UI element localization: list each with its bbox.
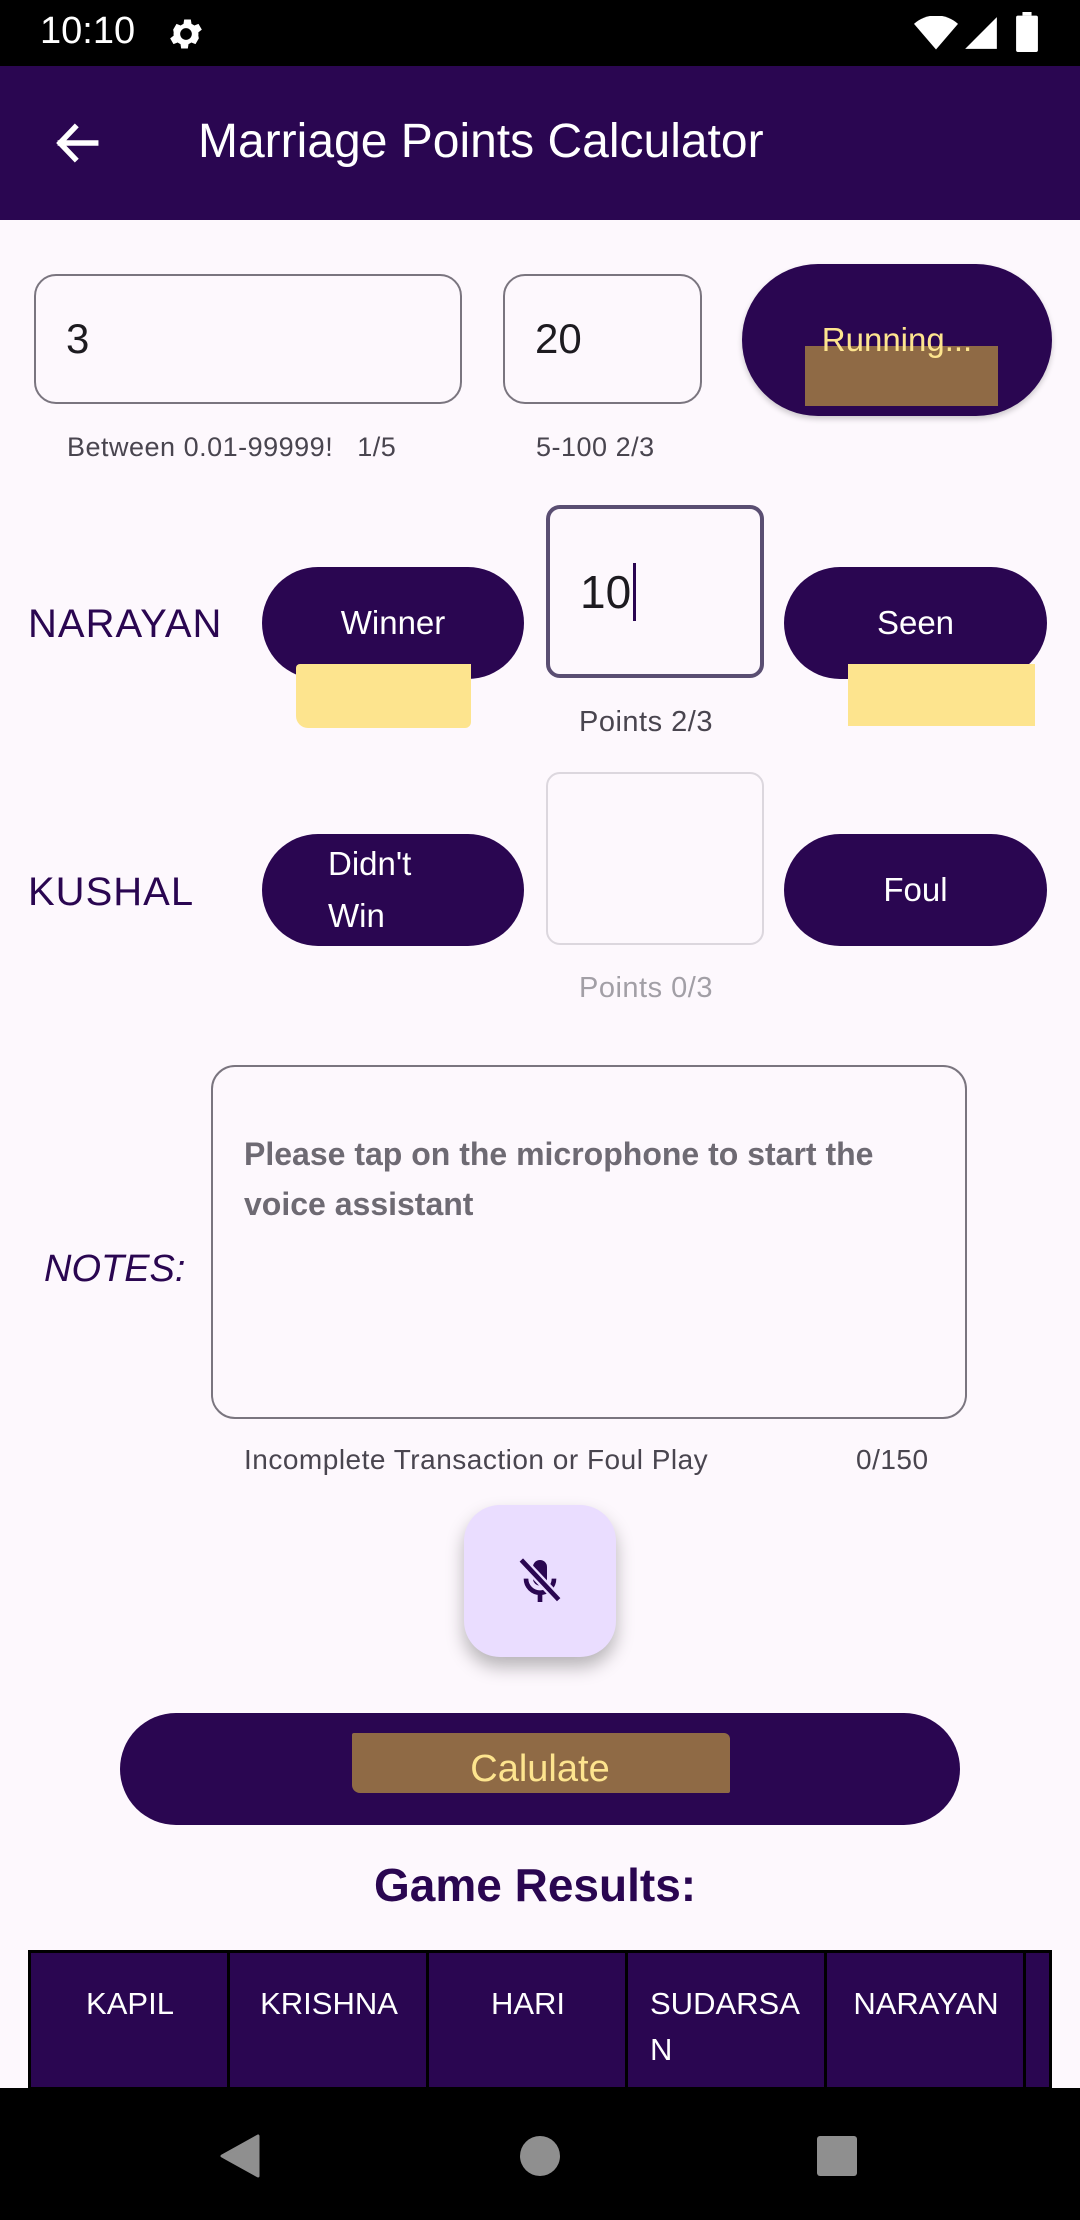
results-title: Game Results:: [374, 1859, 697, 1911]
points-limit-input[interactable]: 20: [503, 274, 702, 404]
highlight-mark: [296, 664, 471, 728]
navigation-bar: [0, 2088, 1080, 2220]
table-header-cell: KRISHNA: [230, 1953, 429, 2087]
player-points-helper: Points 2/3: [579, 706, 713, 738]
running-button-label: Running...: [821, 321, 973, 358]
table-header-cell: [1026, 1953, 1049, 2087]
rate-helper: Between 0.01-99999! 1/5: [67, 432, 396, 463]
notes-input[interactable]: Please tap on the microphone to start th…: [211, 1065, 967, 1419]
nav-recents-icon[interactable]: [816, 2135, 858, 2177]
signal-icon: [965, 17, 997, 49]
mic-off-icon: [517, 1556, 563, 1603]
rate-input[interactable]: 3: [34, 274, 462, 404]
points-limit-helper: 5-100 2/3: [536, 432, 655, 463]
calculate-button-label: Calulate: [470, 1747, 610, 1790]
table-header-cell: HARI: [429, 1953, 628, 2087]
text-cursor: [633, 562, 637, 621]
nav-back-icon[interactable]: [218, 2134, 260, 2178]
highlight-mark: [848, 664, 1035, 726]
seen-button[interactable]: Seen: [784, 567, 1047, 679]
rate-helper-text: Between 0.01-99999!: [67, 432, 334, 462]
didnt-win-button[interactable]: Didn't Win: [262, 834, 524, 946]
winner-button[interactable]: Winner: [262, 567, 524, 679]
status-bar: 10:10: [0, 0, 1080, 66]
rate-counter: 1/5: [357, 432, 397, 462]
table-header-cell: NARAYAN: [827, 1953, 1026, 2087]
gear-icon: [170, 19, 202, 49]
player-points-input[interactable]: 10: [546, 505, 764, 678]
results-table: KAPIL KRISHNA HARI SUDARSAN NARAYAN: [28, 1950, 1052, 2090]
nav-home-icon[interactable]: [519, 2135, 561, 2177]
notes-label: NOTES:: [44, 1248, 186, 1290]
running-button[interactable]: Running...: [742, 264, 1052, 416]
player-points-value: 10: [580, 565, 632, 618]
points-limit-helper-text: 5-100: [536, 432, 608, 462]
player-points-helper: Points 0/3: [579, 972, 713, 1004]
wifi-icon: [914, 16, 958, 50]
status-time: 10:10: [40, 10, 136, 52]
foul-button[interactable]: Foul: [784, 834, 1047, 946]
notes-counter: 0/150: [856, 1444, 929, 1475]
app-bar: Marriage Points Calculator: [0, 66, 1080, 220]
microphone-button[interactable]: [464, 1505, 616, 1657]
player-name: KUSHAL: [28, 870, 195, 914]
player-points-input[interactable]: [546, 772, 764, 945]
battery-icon: [1016, 12, 1038, 52]
notes-placeholder: Please tap on the microphone to start th…: [244, 1136, 874, 1222]
table-header-cell: KAPIL: [31, 1953, 230, 2087]
points-limit-counter: 2/3: [615, 432, 655, 462]
table-header-cell: SUDARSAN: [628, 1953, 827, 2087]
notes-helper: Incomplete Transaction or Foul Play: [244, 1444, 709, 1475]
player-name: NARAYAN: [28, 602, 223, 646]
page-title: Marriage Points Calculator: [198, 115, 764, 168]
back-arrow-icon[interactable]: [50, 118, 104, 168]
calculate-button[interactable]: Calulate: [120, 1713, 960, 1825]
